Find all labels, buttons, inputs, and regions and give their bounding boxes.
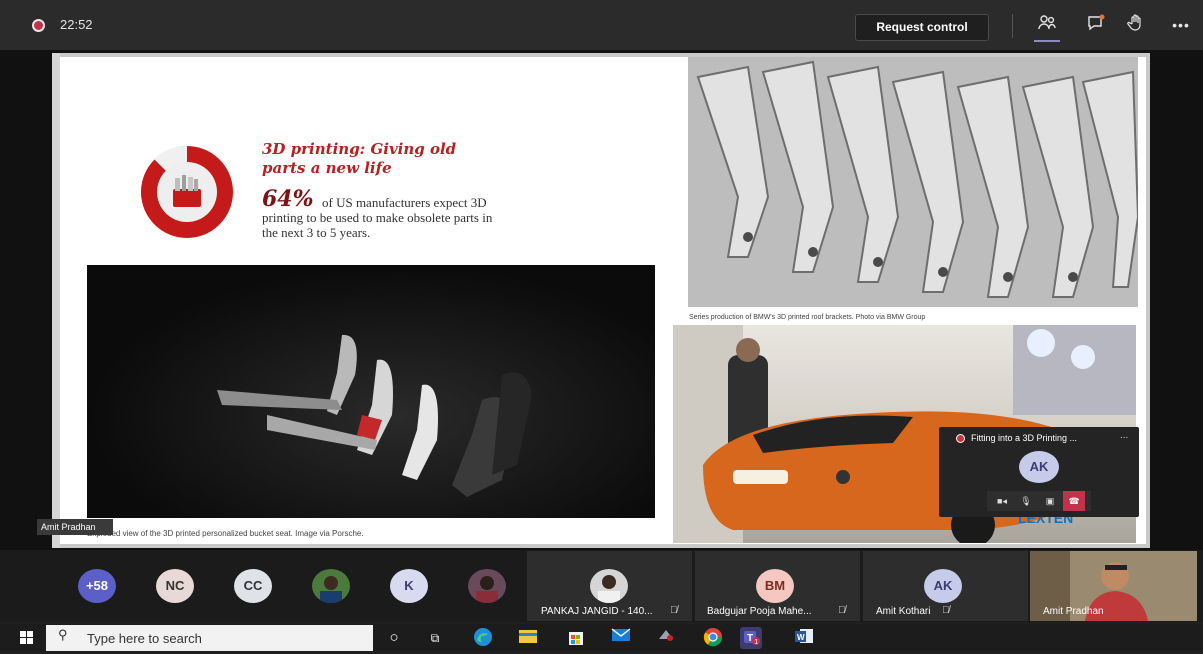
mail-icon[interactable] — [610, 627, 632, 649]
participant-name: Amit Kothari — [876, 606, 931, 617]
self-camera-name: Amit Pradhan — [1043, 606, 1104, 617]
participant-name: Badgujar Pooja Mahe... — [707, 606, 812, 617]
participant-avatar: AK — [924, 569, 962, 603]
participant-avatar: BM — [756, 569, 794, 603]
participant-avatar[interactable]: CC — [234, 569, 272, 603]
slide-headline: 3D printing: Giving old parts a new life — [262, 140, 457, 177]
raise-hand-icon[interactable] — [1123, 13, 1149, 37]
search-icon: ⚲ — [58, 627, 68, 642]
microphone-icon[interactable]: 🎙 — [1015, 491, 1037, 511]
brackets-caption: Series production of BMW's 3D printed ro… — [689, 314, 926, 321]
percentage-donut-icon — [135, 145, 238, 238]
more-options-icon[interactable]: ••• — [1168, 13, 1194, 37]
games-icon[interactable] — [655, 627, 677, 649]
store-icon[interactable] — [565, 627, 587, 649]
participant-photo[interactable] — [312, 569, 350, 603]
word-icon[interactable]: W — [793, 627, 815, 649]
camera-icon[interactable]: ■◂ — [991, 491, 1013, 511]
mic-off-icon: 🎙̸ — [838, 605, 846, 616]
mic-off-icon: 🎙̸ — [942, 605, 950, 616]
edge-icon[interactable] — [472, 627, 494, 649]
share-screen-icon[interactable]: ▣ — [1039, 491, 1061, 511]
seat-caption: Exploded view of the 3D printed personal… — [87, 529, 364, 538]
cortana-icon[interactable]: ○ — [383, 627, 405, 649]
mini-call-controls: ■◂ 🎙 ▣ ☎ — [987, 491, 1091, 511]
meeting-timer: 22:52 — [60, 17, 93, 32]
participant-avatar[interactable]: K — [390, 569, 428, 603]
mini-more-options[interactable]: ... — [1120, 430, 1128, 441]
task-view-icon[interactable]: ⧉ — [424, 627, 446, 649]
recording-icon — [32, 19, 45, 32]
mini-window-title: Fitting into a 3D Printing ... — [971, 433, 1078, 443]
bucket-seat-image — [87, 265, 655, 518]
stat-description: of US manufacturers expect 3D printing t… — [262, 195, 493, 240]
teams-icon[interactable]: T1 — [740, 627, 762, 649]
participant-name: PANKAJ JANGID - 140... — [541, 606, 653, 617]
request-control-button[interactable]: Request control — [855, 14, 989, 41]
presenter-name-tag: Amit Pradhan — [37, 519, 113, 535]
slide-border — [52, 53, 60, 548]
chrome-icon[interactable] — [702, 627, 724, 649]
chat-icon[interactable] — [1083, 13, 1109, 37]
windows-start-icon[interactable] — [20, 631, 33, 644]
more-participants-badge[interactable]: +58 — [78, 569, 116, 603]
mini-avatar: AK — [1019, 451, 1059, 483]
participant-photo — [590, 569, 628, 603]
svg-text:T: T — [747, 633, 753, 644]
taskbar-search-placeholder: Type here to search — [87, 631, 202, 646]
participant-photo[interactable] — [468, 569, 506, 603]
participants-icon[interactable] — [1034, 13, 1060, 37]
participant-avatar[interactable]: NC — [156, 569, 194, 603]
meeting-toolbar — [0, 0, 1203, 50]
svg-text:W: W — [797, 633, 805, 642]
recording-icon — [956, 434, 965, 443]
teams-badge-count: 1 — [754, 639, 758, 646]
roof-brackets-image — [688, 57, 1138, 307]
mini-call-window[interactable]: Fitting into a 3D Printing ... ... AK ■◂… — [939, 427, 1139, 517]
hang-up-icon[interactable]: ☎ — [1063, 491, 1085, 511]
file-explorer-icon[interactable] — [517, 627, 539, 649]
participants-active-indicator — [1034, 40, 1060, 42]
toolbar-divider — [1012, 14, 1013, 38]
mic-off-icon: 🎙̸ — [670, 605, 678, 616]
